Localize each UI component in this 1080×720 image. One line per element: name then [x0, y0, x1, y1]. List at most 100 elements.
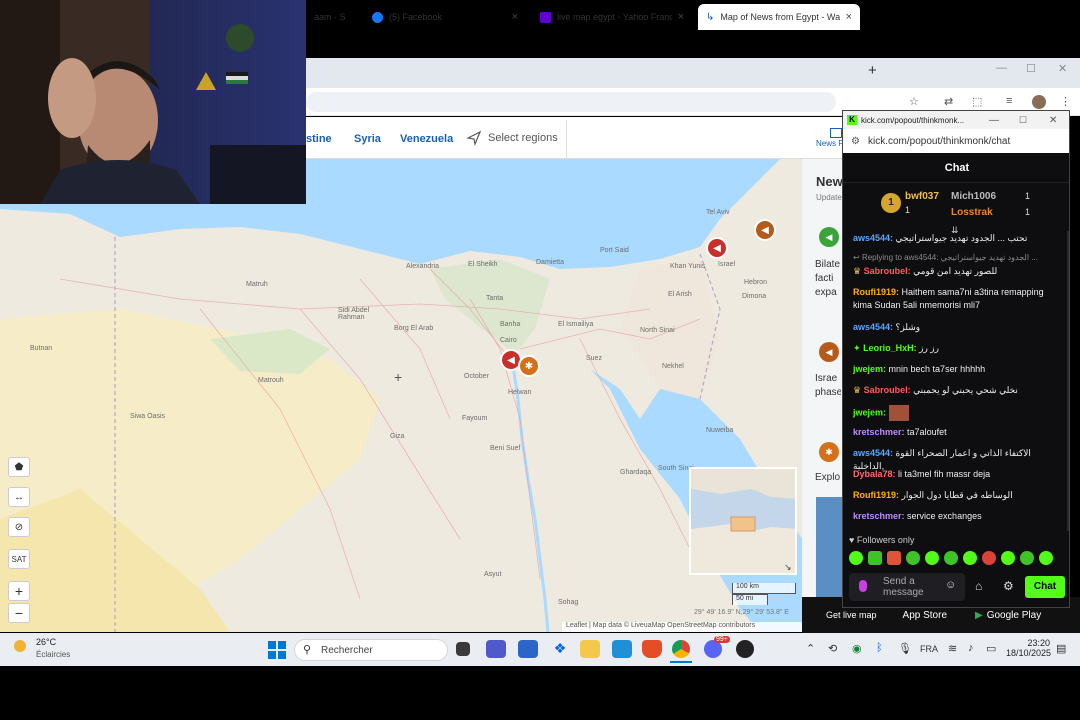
notifications-icon[interactable]: ▤ — [1056, 642, 1066, 655]
chat-username[interactable]: Leorio_HxH: — [863, 343, 917, 353]
app-store-link[interactable]: App Store — [903, 610, 947, 621]
news-item-text[interactable]: Bilate facti expa — [815, 258, 841, 300]
bookmark-star-icon[interactable]: ☆ — [909, 95, 919, 108]
task-view-icon[interactable] — [456, 642, 470, 656]
tray-app-icon[interactable]: ⟲ — [828, 642, 837, 655]
new-tab-button[interactable]: + — [868, 62, 877, 79]
satellite-toggle[interactable]: SAT — [8, 549, 30, 569]
leader-2-name[interactable]: Mich1006 — [951, 191, 996, 202]
chat-username[interactable]: aws4544: — [853, 322, 893, 332]
send-chat-button[interactable]: Chat — [1025, 576, 1065, 598]
chat-input[interactable]: Send a message ☺ — [849, 573, 965, 601]
chat-username[interactable]: Dybala78: — [853, 469, 896, 479]
tray-bluetooth-icon[interactable]: ᛒ — [876, 642, 883, 654]
wifi-icon[interactable]: ≋ — [948, 642, 957, 655]
emote-icon[interactable] — [982, 551, 996, 565]
dropbox-icon[interactable]: ❖ — [550, 640, 570, 658]
nav-link-syria[interactable]: Syria — [354, 133, 381, 145]
store-icon[interactable]: ⌂ — [975, 579, 982, 593]
minimap[interactable] — [689, 467, 797, 575]
zoom-in-button[interactable]: + — [8, 581, 30, 601]
chat-username[interactable]: Sabroubel: — [864, 266, 911, 276]
language-indicator[interactable]: FRA — [920, 644, 938, 654]
emote-icon[interactable] — [868, 551, 882, 565]
measure-tool-icon[interactable]: ↔ — [8, 487, 30, 507]
minimap-toggle-icon[interactable]: ↘ — [784, 562, 792, 573]
volume-icon[interactable]: ♪ — [968, 642, 974, 654]
nav-link-palestine[interactable]: stine — [306, 133, 332, 145]
popup-url-bar[interactable]: ⚙ kick.com/popout/thinkmonk/chat — [843, 129, 1069, 153]
weather-icon[interactable] — [14, 640, 30, 656]
minimize-icon[interactable]: — — [996, 62, 1007, 74]
emote-icon[interactable] — [887, 551, 901, 565]
file-explorer-icon[interactable] — [580, 640, 600, 658]
news-feed-tab[interactable]: News F — [816, 128, 843, 148]
profile-avatar[interactable] — [1032, 95, 1046, 109]
address-bar[interactable] — [306, 92, 836, 112]
news-item-text[interactable]: Israe phase — [815, 372, 841, 400]
chat-username[interactable]: kretschmer: — [853, 511, 905, 521]
news-item-text[interactable]: Explo — [815, 472, 840, 483]
weather-temp[interactable]: 26°C — [36, 637, 56, 647]
emoji-icon[interactable]: ☺ — [945, 579, 956, 591]
app-icon[interactable] — [736, 640, 754, 658]
taskbar-search-box[interactable]: ⚲ Rechercher — [294, 639, 448, 661]
news-marker-megaphone-icon[interactable]: ◀ — [754, 219, 776, 241]
emote-icon[interactable] — [1039, 551, 1053, 565]
chat-username[interactable]: aws4544: — [853, 448, 893, 458]
leader-3-name[interactable]: Losstrak — [951, 207, 993, 218]
close-icon[interactable]: × — [846, 11, 852, 23]
news-marker-explosion-icon[interactable]: ✱ — [518, 355, 540, 377]
battery-icon[interactable]: ▭ — [986, 642, 996, 655]
chat-username[interactable]: jwejem: — [853, 364, 886, 374]
chat-username[interactable]: Roufi1919: — [853, 287, 899, 297]
chrome-icon[interactable] — [672, 640, 690, 658]
chat-username[interactable]: Sabroubel: — [864, 385, 911, 395]
minimize-icon[interactable]: — — [989, 115, 999, 126]
clock[interactable]: 23:20 18/10/2025 — [1006, 638, 1051, 658]
emote-icon[interactable] — [925, 551, 939, 565]
maximize-icon[interactable]: ☐ — [1026, 62, 1036, 75]
news-marker-megaphone-icon[interactable]: ◀ — [706, 237, 728, 259]
emote-icon[interactable] — [849, 551, 863, 565]
close-icon[interactable]: × — [678, 11, 684, 23]
browser-tab-1[interactable]: aam · S — [306, 4, 362, 30]
tray-mic-icon[interactable]: 🎙 — [898, 642, 912, 655]
emote-icon[interactable] — [906, 551, 920, 565]
browser-tab-liveuamap[interactable]: ↳ Map of News from Egypt - Wa × — [698, 4, 860, 30]
google-play-link[interactable]: Google Play — [987, 610, 1041, 621]
select-regions-button[interactable]: Select regions — [466, 130, 558, 146]
emote-icon[interactable] — [1020, 551, 1034, 565]
zoom-out-button[interactable]: − — [8, 603, 30, 623]
leader-1-name[interactable]: bwf037 — [905, 191, 939, 202]
tray-overflow-icon[interactable]: ⌃ — [806, 642, 815, 655]
brave-icon[interactable] — [642, 640, 662, 658]
chat-username[interactable]: kretschmer: — [853, 427, 905, 437]
get-live-map-label[interactable]: Get live map — [826, 610, 877, 620]
emote-icon[interactable] — [1001, 551, 1015, 565]
close-window-icon[interactable]: ✕ — [1058, 62, 1067, 75]
extensions-icon[interactable]: ⬚ — [972, 95, 982, 108]
chat-scrollbar[interactable] — [1067, 231, 1069, 531]
teams-icon[interactable] — [486, 640, 506, 658]
map-attribution[interactable]: Leaflet | Map data © LiveuaMap OpenStree… — [562, 622, 802, 632]
browser-tab-facebook[interactable]: (5) Facebook × — [364, 4, 526, 30]
chat-username[interactable]: Roufi1919: — [853, 490, 899, 500]
gear-icon[interactable]: ⚙ — [1003, 579, 1014, 593]
microphone-icon[interactable] — [859, 580, 867, 592]
nav-link-venezuela[interactable]: Venezuela — [400, 133, 453, 145]
app-icon[interactable] — [612, 640, 632, 658]
menu-dots-icon[interactable]: ⋮ — [1060, 95, 1071, 108]
emote-icon[interactable] — [944, 551, 958, 565]
close-icon[interactable]: × — [512, 11, 518, 23]
maximize-icon[interactable]: ☐ — [1019, 115, 1027, 126]
chat-username[interactable]: aws4544: — [853, 233, 893, 243]
translate-icon[interactable]: ⇄ — [944, 95, 953, 108]
app-icon[interactable] — [518, 640, 538, 658]
reading-list-icon[interactable]: ≡ — [1006, 95, 1012, 107]
tray-app-icon[interactable]: ◉ — [852, 642, 862, 655]
emote-icon[interactable] — [963, 551, 977, 565]
hide-layer-icon[interactable]: ⊘ — [8, 517, 30, 537]
map-canvas[interactable]: Alexandria El Sheikh Damietta Port Said … — [0, 159, 802, 632]
browser-tab-yahoo[interactable]: live map egypt - Yahoo France × — [532, 4, 692, 30]
